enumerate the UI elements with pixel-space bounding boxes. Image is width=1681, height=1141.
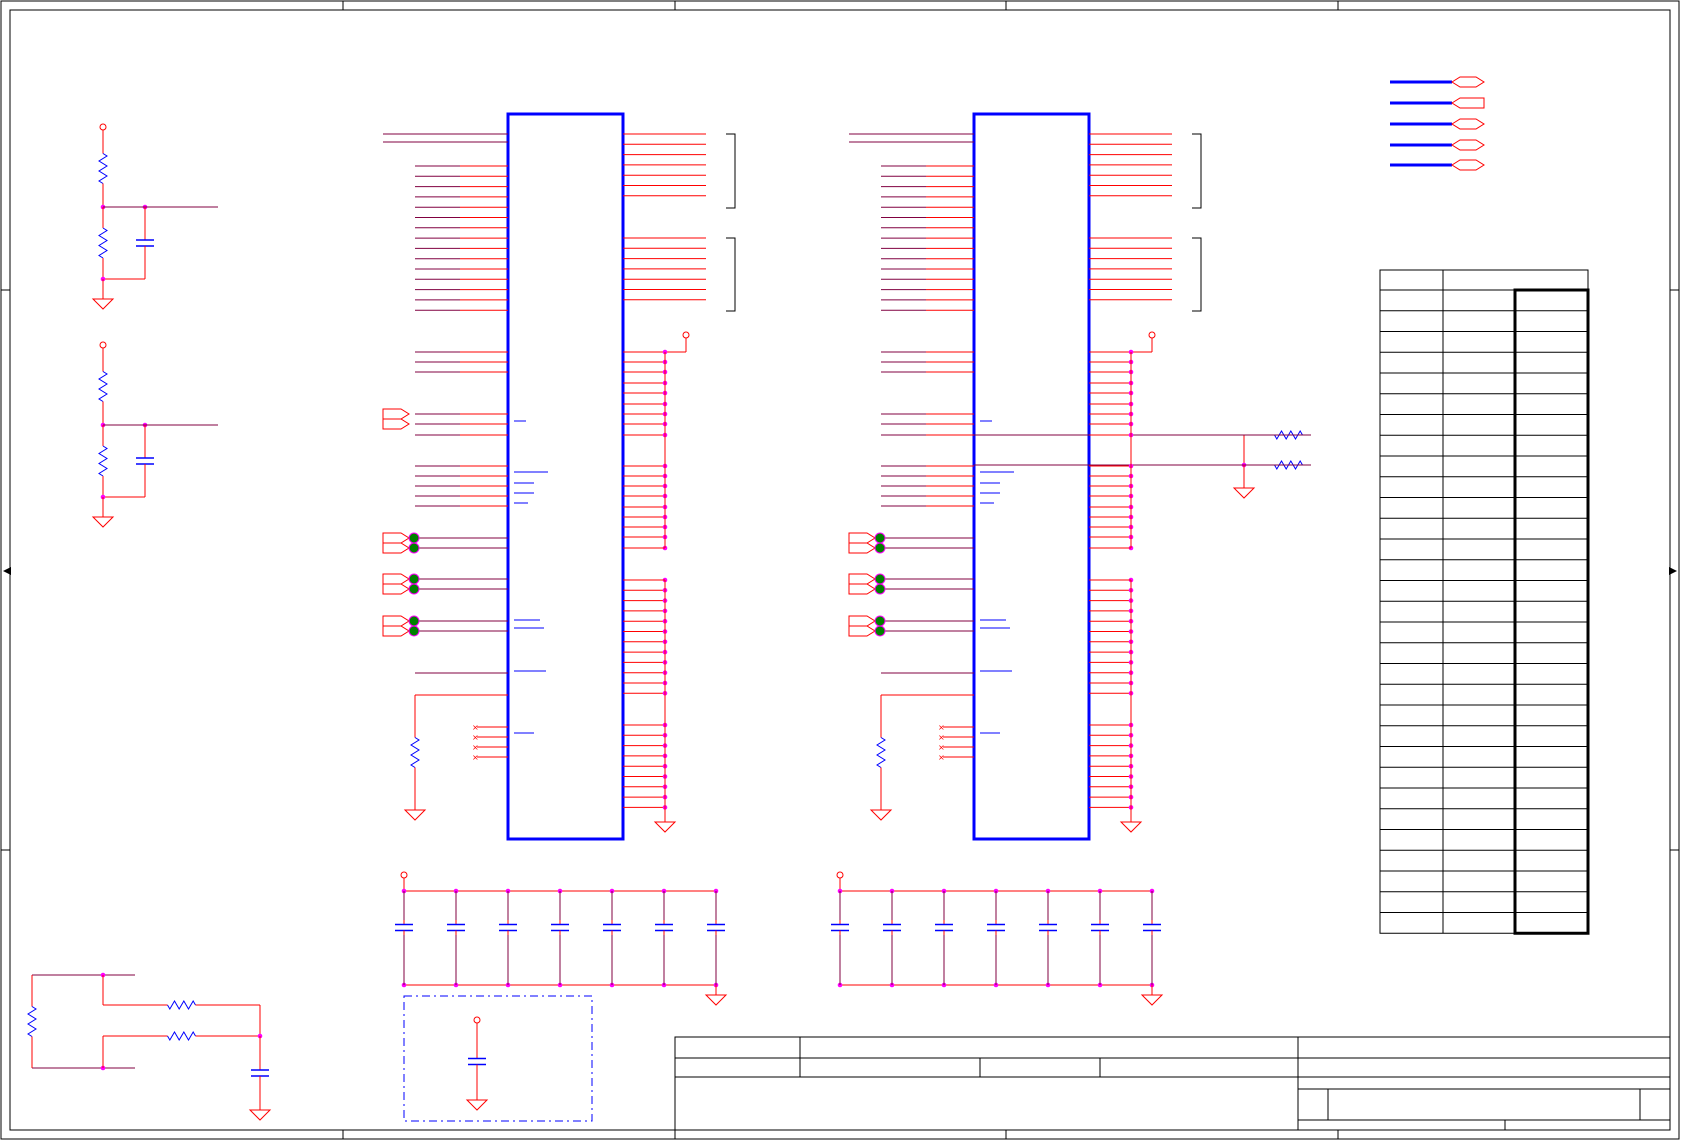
test-point-icon (874, 615, 886, 627)
port-shape-1 (1451, 76, 1485, 88)
resistor-icon (98, 445, 108, 477)
port-shape-5 (1451, 159, 1485, 171)
connector-icon (382, 573, 410, 585)
center-arrow-markers (3, 567, 1677, 575)
decoupling-bank-left (395, 871, 728, 1006)
connector-icon (848, 542, 876, 554)
table-highlight-column (1513, 288, 1590, 935)
no-connect-mark: × (472, 723, 479, 732)
no-connect-mark: × (938, 753, 945, 762)
ground-icon (248, 1109, 272, 1121)
divider-circuit-b (91, 341, 218, 528)
connector-icon (382, 532, 410, 544)
power-pin-icon (99, 123, 107, 131)
test-point-icon (408, 542, 420, 554)
schematic-sheet: ×××× ×××× (0, 0, 1680, 1140)
bus-bracket (1192, 237, 1202, 312)
no-connect-mark: × (472, 753, 479, 762)
ic-body (972, 112, 1091, 841)
resistor-icon (167, 1000, 196, 1010)
right-ic-u2: ×××× (848, 112, 1311, 841)
power-pin-icon (400, 871, 408, 879)
connector-icon (382, 542, 410, 554)
test-point-icon (874, 573, 886, 585)
ic-body (506, 112, 625, 841)
connector-icon (848, 625, 876, 637)
bus-bracket (726, 133, 736, 209)
connector-icon (382, 615, 410, 627)
test-point-icon (408, 625, 420, 637)
ground-icon (403, 809, 427, 821)
ground-icon (91, 298, 115, 310)
ground-icon (653, 821, 677, 833)
no-connect-mark: × (938, 733, 945, 742)
test-point-icon (874, 542, 886, 554)
power-pin-icon (1148, 331, 1156, 339)
power-pin-icon (99, 341, 107, 349)
test-point-icon (408, 532, 420, 544)
ground-icon (1140, 994, 1164, 1006)
pin-assignment-table (1379, 269, 1590, 935)
divider-circuit-a (91, 123, 218, 310)
connector-icon (382, 625, 410, 637)
resistor-icon (410, 737, 420, 768)
ground-icon (465, 1099, 489, 1111)
resistor-icon (876, 737, 886, 768)
resistor-icon (98, 153, 108, 184)
optional-capacitor-box (403, 995, 593, 1122)
resistor-icon (98, 227, 108, 259)
ground-icon (869, 809, 893, 821)
title-block (674, 1036, 1671, 1131)
power-pin-icon (836, 871, 844, 879)
ground-icon (1119, 821, 1143, 833)
bus-bracket (1192, 133, 1202, 209)
ground-icon (91, 516, 115, 528)
bus-bracket (726, 237, 736, 312)
port-shape-3 (1451, 118, 1485, 130)
test-point-icon (408, 583, 420, 595)
no-connect-mark: × (472, 733, 479, 742)
connector-icon (848, 583, 876, 595)
port-shape-2 (1451, 97, 1485, 109)
left-ic-u1: ×××× (382, 112, 736, 841)
connector-icon (382, 583, 410, 595)
ground-icon (704, 994, 728, 1006)
connector-icon (848, 573, 876, 585)
power-pin-icon (473, 1016, 481, 1024)
test-point-icon (408, 615, 420, 627)
connector-icon (848, 532, 876, 544)
test-point-icon (874, 583, 886, 595)
test-point-icon (408, 573, 420, 585)
rc-filter-circuit (27, 972, 272, 1121)
port-labels (1390, 76, 1485, 171)
test-point-icon (874, 625, 886, 637)
no-connect-mark: × (938, 743, 945, 752)
no-connect-mark: × (938, 723, 945, 732)
decoupling-bank-right (831, 871, 1164, 1006)
resistor-icon (27, 1006, 37, 1037)
connector-icon (382, 418, 410, 430)
connector-icon (848, 615, 876, 627)
resistor-icon (98, 371, 108, 402)
power-pin-icon (682, 331, 690, 339)
no-connect-mark: × (472, 743, 479, 752)
test-point-icon (874, 532, 886, 544)
port-shape-4 (1451, 139, 1485, 151)
connector-icon (382, 408, 410, 420)
ground-icon (1232, 487, 1256, 499)
resistor-icon (167, 1031, 196, 1041)
optional-region (403, 995, 593, 1122)
